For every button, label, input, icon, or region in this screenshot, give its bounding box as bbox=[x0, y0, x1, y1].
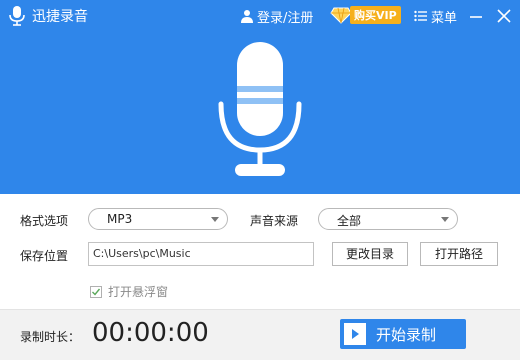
hero-microphone bbox=[205, 38, 315, 184]
start-recording-button[interactable]: 开始录制 bbox=[340, 319, 466, 349]
float-window-checkbox-row[interactable]: 打开悬浮窗 bbox=[90, 283, 168, 300]
check-icon bbox=[92, 288, 101, 296]
chevron-down-icon bbox=[441, 217, 449, 222]
open-path-button[interactable]: 打开路径 bbox=[420, 242, 498, 266]
chevron-down-icon bbox=[211, 217, 219, 222]
microphone-icon bbox=[9, 6, 25, 26]
play-icon-box bbox=[344, 323, 366, 345]
change-directory-button[interactable]: 更改目录 bbox=[332, 242, 408, 266]
buy-vip-button[interactable]: 购买VIP bbox=[330, 6, 404, 24]
float-window-checkbox[interactable] bbox=[90, 285, 102, 298]
minimize-button[interactable] bbox=[468, 8, 484, 24]
login-label: 登录/注册 bbox=[257, 10, 314, 26]
diamond-icon bbox=[330, 7, 352, 24]
save-location-label: 保存位置 bbox=[20, 249, 69, 263]
close-icon bbox=[497, 9, 511, 23]
close-button[interactable] bbox=[496, 8, 512, 24]
float-window-label: 打开悬浮窗 bbox=[108, 285, 169, 299]
save-path-field[interactable]: C:\Users\pc\Music bbox=[88, 242, 314, 266]
app-logo bbox=[8, 6, 26, 26]
menu-lines-icon bbox=[414, 10, 427, 22]
menu-label: 菜单 bbox=[431, 10, 458, 26]
format-label: 格式选项 bbox=[20, 214, 69, 228]
source-select[interactable]: 全部 bbox=[318, 208, 458, 230]
source-value: 全部 bbox=[337, 214, 362, 228]
microphone-icon bbox=[218, 42, 302, 176]
duration-label: 录制时长： bbox=[20, 330, 81, 344]
vip-label: 购买VIP bbox=[350, 6, 401, 24]
play-icon bbox=[352, 329, 359, 339]
duration-value: 00:00:00 bbox=[92, 318, 209, 348]
format-value: MP3 bbox=[107, 212, 133, 226]
start-recording-label: 开始录制 bbox=[376, 326, 437, 344]
menu-button[interactable]: 菜单 bbox=[414, 7, 458, 26]
user-icon bbox=[241, 10, 253, 23]
format-select[interactable]: MP3 bbox=[88, 208, 228, 230]
login-button[interactable]: 登录/注册 bbox=[240, 7, 314, 26]
app-title: 迅捷录音 bbox=[32, 9, 88, 25]
source-label: 声音来源 bbox=[250, 214, 299, 228]
save-path-value: C:\Users\pc\Music bbox=[93, 247, 191, 260]
minimize-icon bbox=[470, 16, 482, 18]
